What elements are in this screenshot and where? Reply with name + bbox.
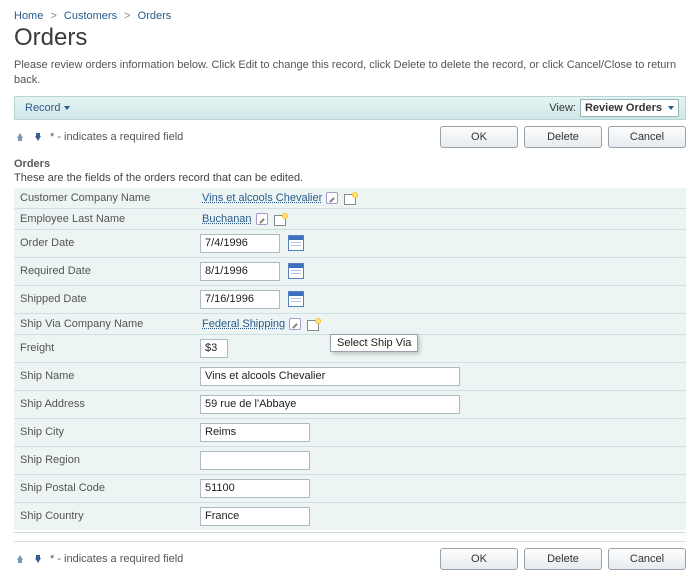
employee-value: Buchanan xyxy=(202,213,252,225)
label-freight: Freight xyxy=(14,334,194,362)
ship-name-input[interactable] xyxy=(200,367,460,386)
label-ship-region: Ship Region xyxy=(14,446,194,474)
shipped-date-input[interactable] xyxy=(200,290,280,309)
freight-input[interactable] xyxy=(200,339,228,358)
page-title: Orders xyxy=(14,24,686,52)
view-select-value: Review Orders xyxy=(585,102,662,114)
label-required-date: Required Date xyxy=(14,257,194,285)
customer-value: Vins et alcools Chevalier xyxy=(202,192,322,204)
label-ship-address: Ship Address xyxy=(14,390,194,418)
ok-button[interactable]: OK xyxy=(440,126,518,148)
dropdown-arrow-icon xyxy=(64,106,70,110)
edit-icon xyxy=(256,213,268,225)
scroll-down-icon[interactable] xyxy=(32,553,44,565)
actionbar-top: * - indicates a required field OK Delete… xyxy=(14,120,686,154)
ship-country-input[interactable] xyxy=(200,507,310,526)
cancel-button[interactable]: Cancel xyxy=(608,548,686,570)
view-select[interactable]: Review Orders xyxy=(580,99,679,117)
employee-link[interactable]: Buchanan xyxy=(200,213,270,225)
dropdown-arrow-icon xyxy=(668,106,674,110)
ship-via-value: Federal Shipping xyxy=(202,318,285,330)
required-hint: * - indicates a required field xyxy=(50,553,183,565)
new-record-icon[interactable] xyxy=(274,213,288,225)
ship-via-tooltip: Select Ship Via xyxy=(330,334,418,352)
label-order-date: Order Date xyxy=(14,229,194,257)
label-employee: Employee Last Name xyxy=(14,208,194,229)
required-hint: * - indicates a required field xyxy=(50,131,183,143)
record-menu[interactable]: Record xyxy=(21,100,74,116)
label-ship-postal: Ship Postal Code xyxy=(14,474,194,502)
calendar-icon[interactable] xyxy=(288,235,304,251)
label-shipped-date: Shipped Date xyxy=(14,285,194,313)
label-ship-via: Ship Via Company Name xyxy=(14,313,194,334)
actionbar-bottom: * - indicates a required field OK Delete… xyxy=(14,541,686,576)
label-ship-name: Ship Name xyxy=(14,362,194,390)
breadcrumb: Home > Customers > Orders xyxy=(14,10,686,22)
orders-form: Customer Company Name Vins et alcools Ch… xyxy=(14,188,686,530)
breadcrumb-home[interactable]: Home xyxy=(14,10,43,22)
breadcrumb-orders[interactable]: Orders xyxy=(138,10,172,22)
section-subtitle: These are the fields of the orders recor… xyxy=(14,172,686,184)
record-menu-label: Record xyxy=(25,102,60,114)
scroll-up-icon[interactable] xyxy=(14,553,26,565)
edit-icon xyxy=(289,318,301,330)
required-date-input[interactable] xyxy=(200,262,280,281)
section-title: Orders xyxy=(14,156,686,172)
page-blurb: Please review orders information below. … xyxy=(14,58,686,88)
order-date-input[interactable] xyxy=(200,234,280,253)
edit-icon xyxy=(326,192,338,204)
delete-button[interactable]: Delete xyxy=(524,126,602,148)
new-record-icon[interactable] xyxy=(344,192,358,204)
orders-section: Orders These are the fields of the order… xyxy=(14,156,686,533)
view-label: View: xyxy=(549,102,576,114)
breadcrumb-customers[interactable]: Customers xyxy=(64,10,117,22)
label-customer: Customer Company Name xyxy=(14,188,194,209)
delete-button[interactable]: Delete xyxy=(524,548,602,570)
label-ship-country: Ship Country xyxy=(14,502,194,530)
customer-link[interactable]: Vins et alcools Chevalier xyxy=(200,192,340,204)
label-ship-city: Ship City xyxy=(14,418,194,446)
breadcrumb-sep: > xyxy=(50,10,56,22)
ship-via-link[interactable]: Federal Shipping xyxy=(200,318,303,330)
toolbar: Record View: Review Orders xyxy=(14,96,686,120)
breadcrumb-sep: > xyxy=(124,10,130,22)
new-record-icon[interactable] xyxy=(307,318,321,330)
calendar-icon[interactable] xyxy=(288,263,304,279)
ship-city-input[interactable] xyxy=(200,423,310,442)
ship-address-input[interactable] xyxy=(200,395,460,414)
scroll-down-icon[interactable] xyxy=(32,131,44,143)
ship-region-input[interactable] xyxy=(200,451,310,470)
calendar-icon[interactable] xyxy=(288,291,304,307)
ok-button[interactable]: OK xyxy=(440,548,518,570)
scroll-up-icon[interactable] xyxy=(14,131,26,143)
ship-postal-input[interactable] xyxy=(200,479,310,498)
cancel-button[interactable]: Cancel xyxy=(608,126,686,148)
